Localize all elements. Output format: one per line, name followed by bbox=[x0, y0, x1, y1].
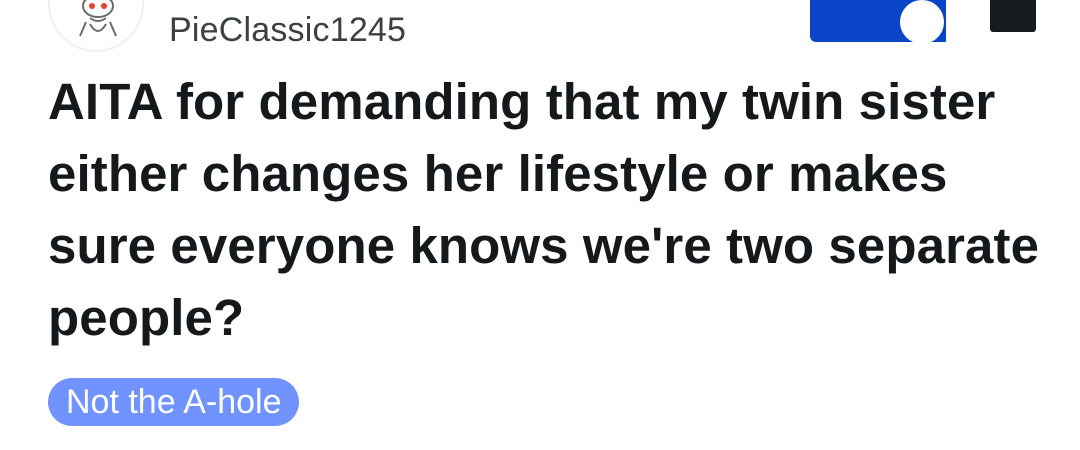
post-author-username[interactable]: PieClassic1245 bbox=[169, 8, 406, 52]
more-options-button[interactable] bbox=[990, 0, 1036, 32]
post-title[interactable]: AITA for demanding that my twin sister e… bbox=[48, 66, 1048, 354]
post-flair-badge[interactable]: Not the A-hole bbox=[48, 378, 300, 426]
join-toggle-button[interactable] bbox=[810, 0, 946, 44]
toggle-knob-icon bbox=[900, 0, 944, 44]
reddit-snoo-icon bbox=[79, 0, 117, 37]
avatar[interactable] bbox=[48, 0, 144, 52]
